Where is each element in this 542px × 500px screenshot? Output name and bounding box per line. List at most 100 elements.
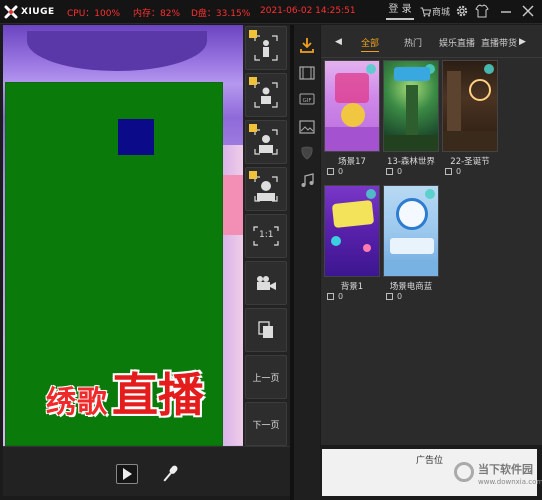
scene-thumbnail	[383, 60, 439, 152]
favorite-icon[interactable]	[425, 189, 435, 199]
memory-usage: 内存：82%	[133, 9, 181, 19]
film-icon[interactable]	[299, 65, 315, 81]
scene-library-panel: ◀ 全部 热门 娱乐直播 直播带货 ▶ 场景17 0 13-森林世界 0 22-…	[321, 25, 542, 445]
svg-text:GIF: GIF	[302, 98, 311, 104]
cpu-usage: CPU：100%	[67, 9, 121, 19]
title-bar: XIUGE CPU：100% 内存：82% D盘：33.15% 2021-06-…	[0, 0, 542, 24]
scene-card[interactable]: 背景1 0	[324, 185, 380, 303]
settings-gear-icon[interactable]	[455, 4, 469, 18]
prev-page-label: 上一页	[252, 373, 280, 384]
app-logo-text: XIUGE	[21, 7, 55, 17]
live-preview[interactable]: 绣歌 直播	[3, 25, 243, 446]
thumb-art	[341, 103, 365, 127]
tabs-right-arrow-icon[interactable]: ▶	[519, 37, 526, 47]
prev-page-button[interactable]: 上一页	[245, 355, 287, 399]
tab-all[interactable]: 全部	[361, 36, 380, 52]
microphone-icon[interactable]	[158, 462, 182, 486]
scene-thumbnail	[324, 185, 380, 277]
mask-icon[interactable]	[299, 145, 315, 161]
thumb-art	[447, 71, 461, 131]
scene-card[interactable]: 场景电商蓝 0	[383, 185, 439, 303]
resource-category-bar: GIF	[294, 25, 320, 500]
tabs-left-arrow-icon[interactable]: ◀	[335, 37, 342, 47]
person-frame-icon	[254, 176, 278, 202]
brand-text-part1: 绣歌	[46, 385, 108, 420]
scene-type-icon	[327, 168, 334, 175]
tab-entertainment-live[interactable]: 娱乐直播	[439, 36, 475, 49]
person-frame-icon	[254, 129, 278, 155]
play-button[interactable]	[116, 464, 138, 484]
play-icon	[123, 468, 132, 480]
bottom-control-bar	[3, 446, 290, 496]
cart-icon	[420, 7, 431, 17]
minimize-icon[interactable]	[499, 4, 513, 18]
skin-shirt-icon[interactable]	[475, 4, 489, 18]
person-frame-icon	[254, 82, 278, 108]
scene-card[interactable]: 13-森林世界 0	[383, 60, 439, 178]
favorite-icon[interactable]	[484, 64, 494, 74]
scene-card[interactable]: 场景17 0	[324, 60, 380, 178]
scene-type-icon	[386, 168, 393, 175]
thumb-art	[390, 238, 434, 254]
scene-meta: 0	[386, 167, 402, 176]
next-page-label: 下一页	[252, 420, 280, 431]
ratio-label: 1:1	[259, 230, 274, 240]
favorite-icon[interactable]	[366, 64, 376, 74]
scene-count: 0	[397, 167, 403, 176]
thumb-art	[443, 131, 497, 151]
scene-count: 0	[338, 292, 344, 301]
thumb-art	[384, 260, 438, 276]
scene-type-icon	[386, 293, 393, 300]
layout-person-half-button[interactable]	[245, 73, 287, 117]
layout-ratio-button[interactable]: 1:1	[245, 214, 287, 258]
login-button[interactable]: 登 录	[386, 2, 414, 20]
close-icon[interactable]	[521, 4, 535, 18]
copy-icon	[258, 321, 273, 338]
thumb-art	[396, 198, 428, 230]
favorite-icon[interactable]	[366, 189, 376, 199]
download-icon[interactable]	[299, 37, 315, 53]
store-button[interactable]: 商城	[420, 5, 450, 18]
watermark: 当下软件园 www.downxia.com	[452, 458, 542, 494]
scene-card[interactable]: 22-圣诞节 0	[442, 60, 498, 178]
scene-thumbnail	[324, 60, 380, 152]
blue-overlay-square[interactable]	[118, 119, 154, 155]
scene-count: 0	[397, 292, 403, 301]
app-logo: XIUGE	[4, 4, 55, 20]
layout-person-bust-button[interactable]	[245, 120, 287, 164]
tab-live-commerce[interactable]: 直播带货	[481, 36, 517, 49]
scene-thumbnail	[442, 60, 498, 152]
image-icon[interactable]	[299, 119, 315, 135]
new-badge	[249, 77, 257, 85]
new-badge	[249, 171, 257, 179]
scene-thumbnail	[383, 185, 439, 277]
thumb-art	[384, 135, 438, 151]
copy-layout-button[interactable]	[245, 308, 287, 352]
music-note-icon[interactable]	[299, 173, 315, 189]
store-label: 商城	[432, 8, 451, 18]
scene-pink-panel	[223, 175, 243, 235]
scene-label: 13-森林世界	[387, 157, 435, 167]
scene-count: 0	[338, 167, 344, 176]
gif-icon[interactable]: GIF	[299, 91, 315, 107]
layout-single-person-button[interactable]	[245, 26, 287, 70]
camera-button[interactable]	[245, 261, 287, 305]
brand-logo-text: 绣歌 直播	[46, 361, 204, 421]
thumb-art	[331, 199, 375, 229]
scene-type-icon	[445, 168, 452, 175]
person-frame-icon	[254, 35, 278, 61]
tab-hot[interactable]: 热门	[404, 36, 422, 49]
scene-label: 22-圣诞节	[450, 157, 490, 167]
scene-meta: 0	[327, 292, 343, 301]
thumb-art	[406, 85, 418, 141]
brand-text-part2: 直播	[112, 368, 204, 422]
thumb-art	[469, 79, 491, 101]
xiuge-logo-icon	[4, 5, 18, 19]
thumb-art	[335, 73, 369, 103]
thumb-art	[394, 67, 430, 81]
green-screen-source[interactable]: 绣歌 直播	[5, 82, 223, 446]
watermark-title: 当下软件园	[478, 463, 533, 476]
next-page-button[interactable]: 下一页	[245, 402, 287, 446]
layout-person-closeup-button[interactable]	[245, 167, 287, 211]
watermark-url: www.downxia.com	[478, 478, 542, 486]
